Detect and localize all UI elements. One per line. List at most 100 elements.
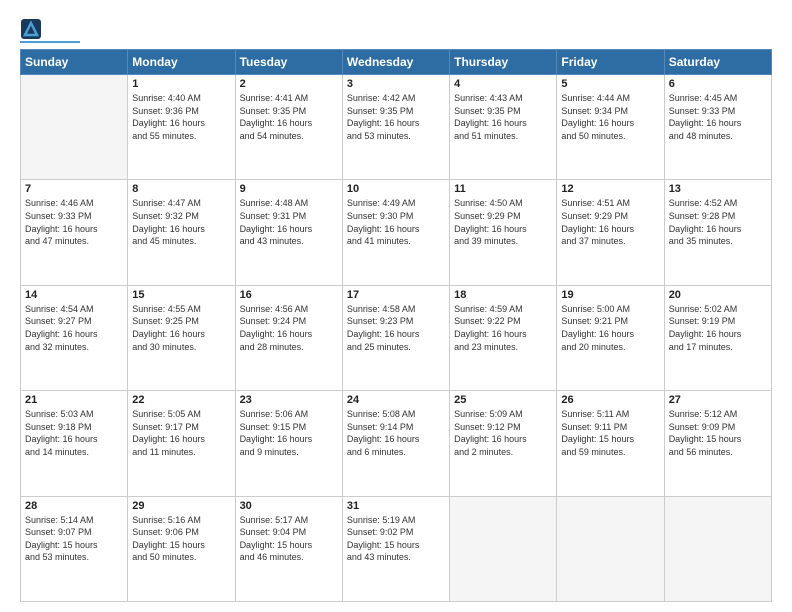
calendar-week-2: 7 Sunrise: 4:46 AM Sunset: 9:33 PM Daylig… bbox=[21, 180, 772, 285]
day-number: 14 bbox=[25, 289, 123, 301]
calendar-cell: 26Sunrise: 5:11 AM Sunset: 9:11 PM Dayli… bbox=[557, 391, 664, 496]
day-number: 24 bbox=[347, 394, 445, 406]
calendar-cell: 15 Sunrise: 4:55 AM Sunset: 9:25 PM Dayli… bbox=[128, 285, 235, 390]
day-info: Sunrise: 5:05 AM Sunset: 9:17 PM Dayligh… bbox=[132, 408, 230, 458]
calendar-cell bbox=[557, 496, 664, 601]
calendar-cell: 19Sunrise: 5:00 AM Sunset: 9:21 PM Dayli… bbox=[557, 285, 664, 390]
calendar-cell: 12 Sunrise: 4:51 AM Sunset: 9:29 PM Dayli… bbox=[557, 180, 664, 285]
day-info: Sunrise: 4:44 AM Sunset: 9:34 PM Dayligh… bbox=[561, 92, 659, 142]
day-number: 29 bbox=[132, 500, 230, 512]
day-number: 25 bbox=[454, 394, 552, 406]
calendar-cell bbox=[664, 496, 771, 601]
calendar-cell: 23 Sunrise: 5:06 AM Sunset: 9:15 PM Dayli… bbox=[235, 391, 342, 496]
calendar-cell: 18Sunrise: 4:59 AM Sunset: 9:22 PM Dayli… bbox=[450, 285, 557, 390]
weekday-header-wednesday: Wednesday bbox=[342, 50, 449, 75]
day-info: Sunrise: 4:50 AM Sunset: 9:29 PM Dayligh… bbox=[454, 197, 552, 247]
day-info: Sunrise: 5:19 AM Sunset: 9:02 PM Dayligh… bbox=[347, 514, 445, 564]
day-info: Sunrise: 5:03 AM Sunset: 9:18 PM Dayligh… bbox=[25, 408, 123, 458]
day-info: Sunrise: 4:46 AM Sunset: 9:33 PM Dayligh… bbox=[25, 197, 123, 247]
day-number: 22 bbox=[132, 394, 230, 406]
calendar-cell: 3Sunrise: 4:42 AM Sunset: 9:35 PM Daylig… bbox=[342, 75, 449, 180]
day-number: 7 bbox=[25, 183, 123, 195]
day-info: Sunrise: 4:43 AM Sunset: 9:35 PM Dayligh… bbox=[454, 92, 552, 142]
day-number: 17 bbox=[347, 289, 445, 301]
calendar-cell: 11 Sunrise: 4:50 AM Sunset: 9:29 PM Dayli… bbox=[450, 180, 557, 285]
day-number: 31 bbox=[347, 500, 445, 512]
header bbox=[20, 18, 772, 43]
calendar-cell: 28 Sunrise: 5:14 AM Sunset: 9:07 PM Dayli… bbox=[21, 496, 128, 601]
day-number: 5 bbox=[561, 78, 659, 90]
day-info: Sunrise: 5:12 AM Sunset: 9:09 PM Dayligh… bbox=[669, 408, 767, 458]
day-info: Sunrise: 5:09 AM Sunset: 9:12 PM Dayligh… bbox=[454, 408, 552, 458]
day-info: Sunrise: 5:06 AM Sunset: 9:15 PM Dayligh… bbox=[240, 408, 338, 458]
day-info: Sunrise: 4:55 AM Sunset: 9:25 PM Dayligh… bbox=[132, 303, 230, 353]
calendar-cell: 8 Sunrise: 4:47 AM Sunset: 9:32 PM Daylig… bbox=[128, 180, 235, 285]
logo-icon bbox=[20, 18, 42, 40]
day-info: Sunrise: 4:54 AM Sunset: 9:27 PM Dayligh… bbox=[25, 303, 123, 353]
calendar-cell: 7 Sunrise: 4:46 AM Sunset: 9:33 PM Daylig… bbox=[21, 180, 128, 285]
day-number: 18 bbox=[454, 289, 552, 301]
calendar-cell: 29Sunrise: 5:16 AM Sunset: 9:06 PM Dayli… bbox=[128, 496, 235, 601]
page: SundayMondayTuesdayWednesdayThursdayFrid… bbox=[0, 0, 792, 612]
day-info: Sunrise: 4:51 AM Sunset: 9:29 PM Dayligh… bbox=[561, 197, 659, 247]
calendar-week-3: 14 Sunrise: 4:54 AM Sunset: 9:27 PM Dayli… bbox=[21, 285, 772, 390]
day-info: Sunrise: 4:52 AM Sunset: 9:28 PM Dayligh… bbox=[669, 197, 767, 247]
calendar-cell: 9 Sunrise: 4:48 AM Sunset: 9:31 PM Daylig… bbox=[235, 180, 342, 285]
day-number: 10 bbox=[347, 183, 445, 195]
day-info: Sunrise: 4:41 AM Sunset: 9:35 PM Dayligh… bbox=[240, 92, 338, 142]
calendar-cell: 5 Sunrise: 4:44 AM Sunset: 9:34 PM Daylig… bbox=[557, 75, 664, 180]
weekday-header-sunday: Sunday bbox=[21, 50, 128, 75]
calendar-cell: 4 Sunrise: 4:43 AM Sunset: 9:35 PM Daylig… bbox=[450, 75, 557, 180]
calendar-cell bbox=[21, 75, 128, 180]
day-number: 9 bbox=[240, 183, 338, 195]
day-number: 6 bbox=[669, 78, 767, 90]
day-info: Sunrise: 5:08 AM Sunset: 9:14 PM Dayligh… bbox=[347, 408, 445, 458]
day-number: 30 bbox=[240, 500, 338, 512]
calendar-header-row: SundayMondayTuesdayWednesdayThursdayFrid… bbox=[21, 50, 772, 75]
calendar-cell: 30Sunrise: 5:17 AM Sunset: 9:04 PM Dayli… bbox=[235, 496, 342, 601]
calendar-week-5: 28 Sunrise: 5:14 AM Sunset: 9:07 PM Dayli… bbox=[21, 496, 772, 601]
calendar-cell: 22 Sunrise: 5:05 AM Sunset: 9:17 PM Dayli… bbox=[128, 391, 235, 496]
calendar-cell: 20Sunrise: 5:02 AM Sunset: 9:19 PM Dayli… bbox=[664, 285, 771, 390]
weekday-header-thursday: Thursday bbox=[450, 50, 557, 75]
weekday-header-tuesday: Tuesday bbox=[235, 50, 342, 75]
day-number: 1 bbox=[132, 78, 230, 90]
weekday-header-friday: Friday bbox=[557, 50, 664, 75]
day-number: 13 bbox=[669, 183, 767, 195]
day-info: Sunrise: 5:14 AM Sunset: 9:07 PM Dayligh… bbox=[25, 514, 123, 564]
day-number: 8 bbox=[132, 183, 230, 195]
day-number: 21 bbox=[25, 394, 123, 406]
calendar-cell: 1 Sunrise: 4:40 AM Sunset: 9:36 PM Daylig… bbox=[128, 75, 235, 180]
calendar-table: SundayMondayTuesdayWednesdayThursdayFrid… bbox=[20, 49, 772, 602]
day-number: 19 bbox=[561, 289, 659, 301]
calendar-cell: 14 Sunrise: 4:54 AM Sunset: 9:27 PM Dayli… bbox=[21, 285, 128, 390]
calendar-cell: 27 Sunrise: 5:12 AM Sunset: 9:09 PM Dayli… bbox=[664, 391, 771, 496]
day-number: 15 bbox=[132, 289, 230, 301]
calendar-cell: 16Sunrise: 4:56 AM Sunset: 9:24 PM Dayli… bbox=[235, 285, 342, 390]
calendar-cell: 31 Sunrise: 5:19 AM Sunset: 9:02 PM Dayli… bbox=[342, 496, 449, 601]
day-info: Sunrise: 5:02 AM Sunset: 9:19 PM Dayligh… bbox=[669, 303, 767, 353]
logo bbox=[20, 18, 80, 43]
weekday-header-monday: Monday bbox=[128, 50, 235, 75]
day-info: Sunrise: 4:47 AM Sunset: 9:32 PM Dayligh… bbox=[132, 197, 230, 247]
calendar-week-4: 21 Sunrise: 5:03 AM Sunset: 9:18 PM Dayli… bbox=[21, 391, 772, 496]
calendar-cell: 13 Sunrise: 4:52 AM Sunset: 9:28 PM Dayli… bbox=[664, 180, 771, 285]
calendar-cell bbox=[450, 496, 557, 601]
calendar-cell: 10Sunrise: 4:49 AM Sunset: 9:30 PM Dayli… bbox=[342, 180, 449, 285]
day-number: 27 bbox=[669, 394, 767, 406]
calendar-cell: 2 Sunrise: 4:41 AM Sunset: 9:35 PM Daylig… bbox=[235, 75, 342, 180]
day-info: Sunrise: 4:48 AM Sunset: 9:31 PM Dayligh… bbox=[240, 197, 338, 247]
day-number: 23 bbox=[240, 394, 338, 406]
day-number: 12 bbox=[561, 183, 659, 195]
day-number: 4 bbox=[454, 78, 552, 90]
day-number: 2 bbox=[240, 78, 338, 90]
calendar-cell: 24 Sunrise: 5:08 AM Sunset: 9:14 PM Dayli… bbox=[342, 391, 449, 496]
calendar-cell: 21 Sunrise: 5:03 AM Sunset: 9:18 PM Dayli… bbox=[21, 391, 128, 496]
weekday-header-saturday: Saturday bbox=[664, 50, 771, 75]
day-number: 28 bbox=[25, 500, 123, 512]
calendar-week-1: 1 Sunrise: 4:40 AM Sunset: 9:36 PM Daylig… bbox=[21, 75, 772, 180]
day-info: Sunrise: 4:40 AM Sunset: 9:36 PM Dayligh… bbox=[132, 92, 230, 142]
day-number: 11 bbox=[454, 183, 552, 195]
day-number: 26 bbox=[561, 394, 659, 406]
calendar-cell: 25 Sunrise: 5:09 AM Sunset: 9:12 PM Dayli… bbox=[450, 391, 557, 496]
